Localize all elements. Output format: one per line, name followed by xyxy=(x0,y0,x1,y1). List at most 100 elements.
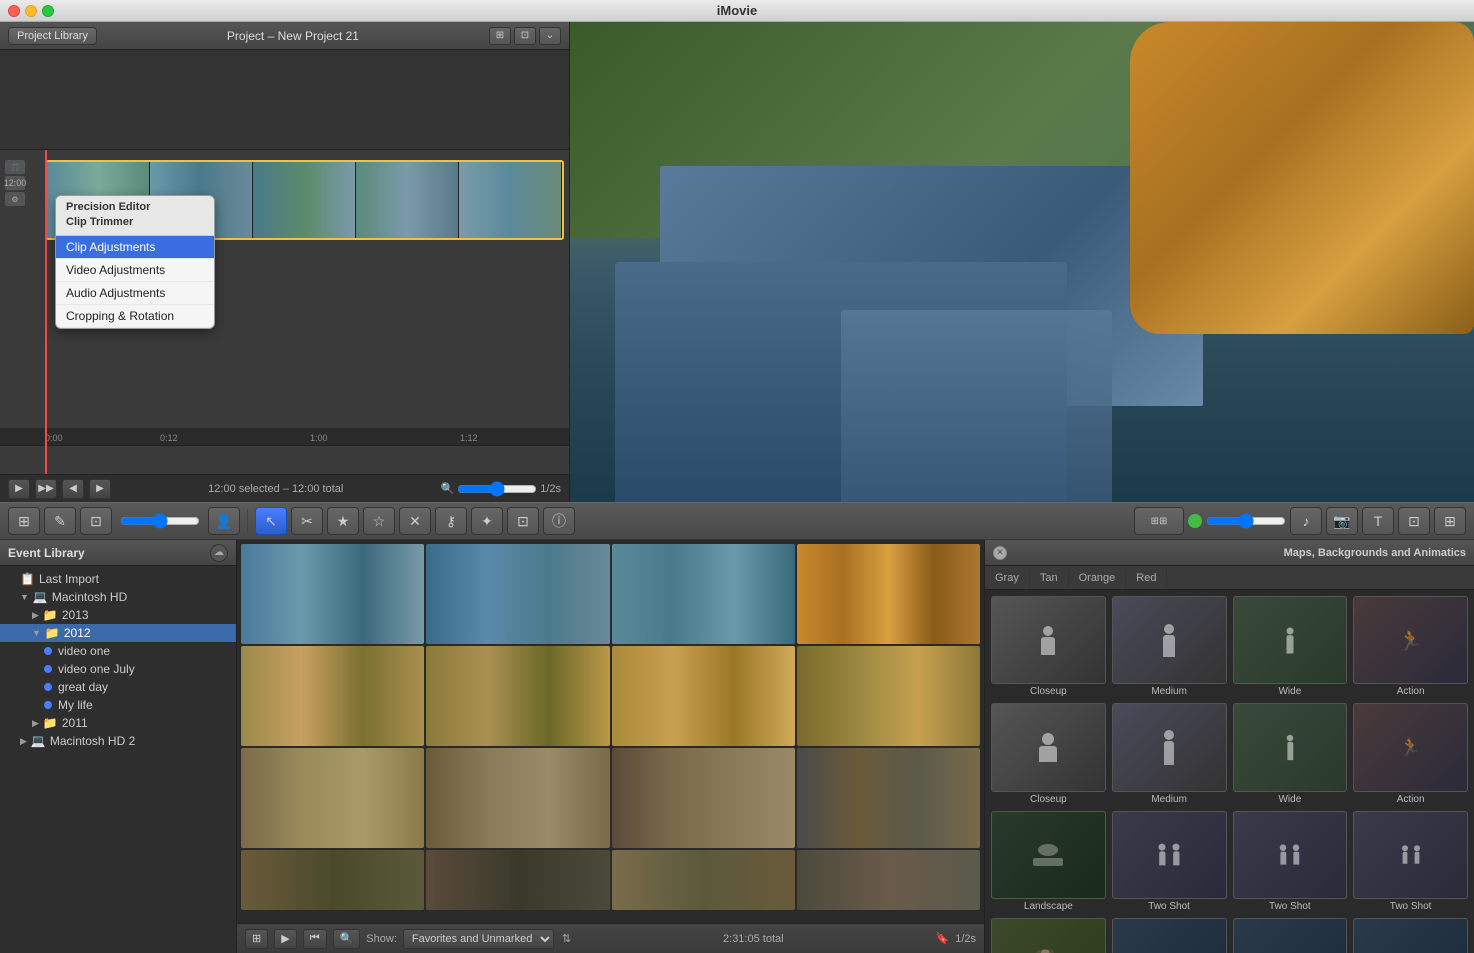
video-thumb-3-2[interactable] xyxy=(426,748,609,848)
timeline-settings-btn[interactable]: ⚙ xyxy=(5,192,25,206)
timeline-audio-btn[interactable]: 🎵 xyxy=(5,160,25,174)
video-thumb-2-2[interactable] xyxy=(426,646,609,746)
thumb-cell-group-3[interactable]: Group xyxy=(1353,918,1468,953)
thumb-cell-medium-2[interactable]: Medium xyxy=(1112,703,1227,804)
tree-item-video-one-july[interactable]: video one July xyxy=(0,660,236,678)
play-button[interactable]: ▶ xyxy=(8,479,30,499)
timeline-clip-btn[interactable]: 12:00 xyxy=(5,176,25,190)
tree-item-my-life[interactable]: My life xyxy=(0,696,236,714)
video-row-3 xyxy=(241,748,980,848)
cat-tab-tan[interactable]: Tan xyxy=(1030,569,1069,587)
minimize-button[interactable] xyxy=(25,5,37,17)
music-note-button[interactable]: ♪ xyxy=(1290,507,1322,535)
thumb-cell-two-shot-3[interactable]: Two Shot xyxy=(1353,811,1468,912)
video-thumb-4-4[interactable] xyxy=(797,850,980,910)
cursor-tool-button[interactable]: ↖ xyxy=(255,507,287,535)
favorite-button[interactable]: ★ xyxy=(327,507,359,535)
thumb-cell-wide-2[interactable]: Wide xyxy=(1233,703,1348,804)
fullscreen-button[interactable] xyxy=(42,5,54,17)
text-button[interactable]: T xyxy=(1362,507,1394,535)
video-thumb-3-3[interactable] xyxy=(612,748,795,848)
thumb-cell-wide-1[interactable]: Wide xyxy=(1233,596,1348,697)
menu-item-cropping-rotation[interactable]: Cropping & Rotation xyxy=(56,305,214,328)
video-thumb-3-1[interactable] xyxy=(241,748,424,848)
video-thumb-2-1[interactable] xyxy=(241,646,424,746)
timeline-nav-right[interactable]: ▶ xyxy=(89,479,111,499)
adjust-button[interactable]: ⊡ xyxy=(80,507,112,535)
cat-tab-red[interactable]: Red xyxy=(1126,569,1167,587)
project-library-button[interactable]: Project Library xyxy=(8,27,97,45)
clip-view-toggle[interactable]: ⊞⊞ xyxy=(1134,507,1184,535)
project-header: Project Library Project – New Project 21… xyxy=(0,22,569,50)
video-thumb-4-3[interactable] xyxy=(612,850,795,910)
keyword-button[interactable]: ⚷ xyxy=(435,507,467,535)
maps-button[interactable]: ⊞ xyxy=(1434,507,1466,535)
tree-item-2012[interactable]: ▼ 📁 2012 xyxy=(0,624,236,642)
thumb-cell-group-2[interactable]: Group xyxy=(1233,918,1348,953)
video-thumb-3-4[interactable] xyxy=(797,748,980,848)
video-thumb-2-4[interactable] xyxy=(797,646,980,746)
enhance-button[interactable]: ✦ xyxy=(471,507,503,535)
menu-item-clip-adjustments[interactable]: Clip Adjustments xyxy=(56,236,214,259)
tree-item-2011[interactable]: ▶ 📁 2011 xyxy=(0,714,236,732)
camera-button[interactable]: 📷 xyxy=(1326,507,1358,535)
thumb-cell-animal[interactable]: 🐕 Animal xyxy=(991,918,1106,953)
view-mode-button[interactable]: ⊞ xyxy=(8,507,40,535)
thumb-cell-action-2[interactable]: 🏃 Action xyxy=(1353,703,1468,804)
menu-item-video-adjustments[interactable]: Video Adjustments xyxy=(56,259,214,282)
tree-item-macintosh-hd-2[interactable]: ▶ 💻 Macintosh HD 2 xyxy=(0,732,236,750)
thumb-cell-action-1[interactable]: 🏃 Action xyxy=(1353,596,1468,697)
right-slider[interactable] xyxy=(1206,513,1286,529)
thumb-cell-group-1[interactable]: Group xyxy=(1112,918,1227,953)
zoom-slider[interactable] xyxy=(457,481,537,497)
project-settings-toggle[interactable]: ⌄ xyxy=(539,27,561,45)
cloud-sync-button[interactable]: ☁ xyxy=(210,544,228,562)
video-thumb-1-1[interactable] xyxy=(241,544,424,644)
ruler-mark-112: 1:12 xyxy=(460,433,478,443)
person-icon-button[interactable]: 👤 xyxy=(208,507,240,535)
thumb-cell-two-shot-2[interactable]: Two Shot xyxy=(1233,811,1348,912)
play-fullscreen-button[interactable]: ▶▶ xyxy=(35,479,57,499)
timeline-area[interactable]: 🎵 12:00 ⚙ Precision Editor Clip T xyxy=(0,150,569,474)
reject-button[interactable]: ✕ xyxy=(399,507,431,535)
thumb-cell-closeup-2[interactable]: Closeup xyxy=(991,703,1106,804)
event-search-button[interactable]: 🔍 xyxy=(333,929,361,949)
cat-tab-orange[interactable]: Orange xyxy=(1069,569,1127,587)
unfavorite-button[interactable]: ☆ xyxy=(363,507,395,535)
project-view-toggle[interactable]: ⊞ xyxy=(489,27,511,45)
tree-item-last-import[interactable]: 📋 Last Import xyxy=(0,570,236,588)
trim-tool-button[interactable]: ✂ xyxy=(291,507,323,535)
timeline-nav-left[interactable]: ◀ xyxy=(62,479,84,499)
transition-button[interactable]: ⊡ xyxy=(1398,507,1430,535)
event-import-button[interactable]: ⊞ xyxy=(245,929,268,949)
crop-button[interactable]: ⊡ xyxy=(507,507,539,535)
tree-item-macintosh-hd[interactable]: ▼ 💻 Macintosh HD xyxy=(0,588,236,606)
right-panel-close-button[interactable]: ✕ xyxy=(993,546,1007,560)
project-display-toggle[interactable]: ⊡ xyxy=(514,27,536,45)
close-button[interactable] xyxy=(8,5,20,17)
show-select[interactable]: Favorites and Unmarked All Clips Favorit… xyxy=(403,929,554,949)
thumb-cell-two-shot-1[interactable]: Two Shot xyxy=(1112,811,1227,912)
event-play-button[interactable]: ▶ xyxy=(274,929,296,949)
thumb-cell-landscape[interactable]: Landscape xyxy=(991,811,1106,912)
tree-item-great-day[interactable]: great day xyxy=(0,678,236,696)
video-thumb-4-2[interactable] xyxy=(426,850,609,910)
cat-tab-gray[interactable]: Gray xyxy=(985,569,1030,587)
menu-item-audio-adjustments[interactable]: Audio Adjustments xyxy=(56,282,214,305)
video-thumb-2-3[interactable] xyxy=(612,646,795,746)
timeline-controls: ▶ ▶▶ ◀ ▶ 12:00 selected – 12:00 total 🔍 … xyxy=(0,474,569,502)
edit-mode-button[interactable]: ✎ xyxy=(44,507,76,535)
thumb-cell-medium-1[interactable]: Medium xyxy=(1112,596,1227,697)
tree-item-2013[interactable]: ▶ 📁 2013 xyxy=(0,606,236,624)
info-button[interactable]: ⓘ xyxy=(543,507,575,535)
thumb-cell-closeup-1[interactable]: Closeup xyxy=(991,596,1106,697)
video-thumb-1-4[interactable] xyxy=(797,544,980,644)
tree-item-video-one[interactable]: video one xyxy=(0,642,236,660)
event-rewind-button[interactable]: ⏮ xyxy=(303,929,327,949)
thumb-img-action-1: 🏃 xyxy=(1353,596,1468,684)
video-thumb-4-1[interactable] xyxy=(241,850,424,910)
timeline-left-controls: 🎵 12:00 ⚙ xyxy=(5,160,25,206)
size-slider[interactable] xyxy=(120,513,200,529)
video-thumb-1-3[interactable] xyxy=(612,544,795,644)
video-thumb-1-2[interactable] xyxy=(426,544,609,644)
